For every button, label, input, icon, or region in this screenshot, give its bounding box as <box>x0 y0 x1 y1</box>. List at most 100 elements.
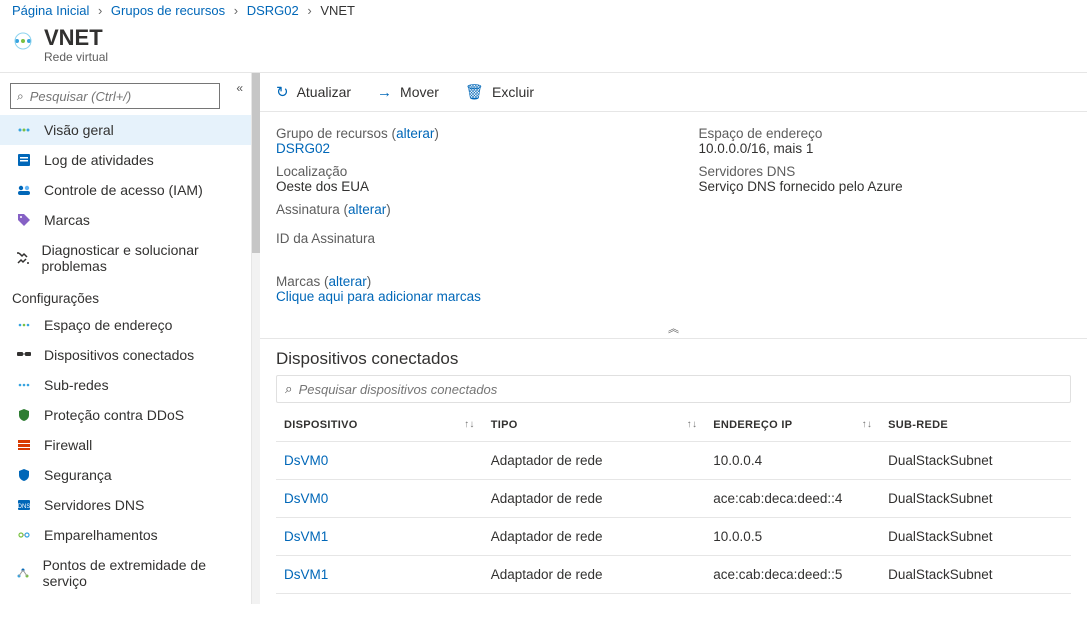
location-label: Localização <box>276 164 649 179</box>
sort-icon[interactable]: ↑↓ <box>862 419 873 430</box>
move-label: Mover <box>400 84 439 100</box>
sidebar-item-dns[interactable]: DNS Servidores DNS <box>0 490 251 520</box>
subnet-cell: DualStackSubnet <box>880 556 1071 594</box>
sidebar-item-overview[interactable]: Visão geral <box>0 115 251 145</box>
sidebar-item-diag[interactable]: Diagnosticar e solucionar problemas <box>0 235 251 281</box>
type-cell: Adaptador de rede <box>483 556 706 594</box>
delete-label: Excluir <box>492 84 534 100</box>
command-bar: ↻ Atualizar → Mover 🗑 Excluir <box>260 73 1087 112</box>
sidebar-item-tags[interactable]: Marcas <box>0 205 251 235</box>
ip-cell: 10.0.0.4 <box>705 442 880 480</box>
table-row[interactable]: DsVM0Adaptador de rede10.0.0.4DualStackS… <box>276 442 1071 480</box>
subscription-label: Assinatura (alterar) <box>276 202 649 217</box>
collapse-sidebar-icon[interactable]: « <box>236 81 243 95</box>
sidebar-item-security[interactable]: Segurança <box>0 460 251 490</box>
table-row[interactable]: DsVM1Adaptador de rede10.0.0.5DualStackS… <box>276 518 1071 556</box>
subnets-icon <box>14 377 34 393</box>
essentials-panel: Grupo de recursos (alterar) DSRG02 Local… <box>260 112 1087 318</box>
sidebar-item-label: Diagnosticar e solucionar problemas <box>41 242 239 274</box>
move-icon: → <box>377 84 392 101</box>
tags-add-link[interactable]: Clique aqui para adicionar marcas <box>276 289 481 304</box>
sidebar-item-peerings[interactable]: Emparelhamentos <box>0 520 251 550</box>
devices-icon <box>14 347 34 363</box>
chevron-right-icon: › <box>229 3 243 18</box>
table-row[interactable]: DsVM1Adaptador de redeace:cab:deca:deed:… <box>276 556 1071 594</box>
diag-icon <box>14 250 31 266</box>
address-space-label: Espaço de endereço <box>699 126 1072 141</box>
devices-search-input[interactable] <box>299 382 1062 397</box>
sidebar-item-label: Visão geral <box>44 122 114 138</box>
peerings-icon <box>14 527 34 543</box>
scrollbar-track[interactable] <box>252 73 260 604</box>
subnet-cell: DualStackSubnet <box>880 518 1071 556</box>
dns-icon: DNS <box>14 497 34 513</box>
devices-table: DISPOSITIVO ↑↓ TIPO ↑↓ ENDEREÇO IP ↑↓ SUB-R… <box>276 409 1071 594</box>
location-value: Oeste dos EUA <box>276 179 649 194</box>
col-type[interactable]: TIPO <box>491 419 518 431</box>
device-cell[interactable]: DsVM1 <box>276 518 483 556</box>
sidebar-item-activity[interactable]: Log de atividades <box>0 145 251 175</box>
sidebar-item-label: Dispositivos conectados <box>44 347 194 363</box>
chevron-right-icon: › <box>93 3 107 18</box>
type-cell: Adaptador de rede <box>483 480 706 518</box>
rg-label: Grupo de recursos (alterar) <box>276 126 649 141</box>
chevron-up-icon: ︽ <box>668 323 679 335</box>
connected-devices-title: Dispositivos conectados <box>276 349 1071 369</box>
rg-value-link[interactable]: DSRG02 <box>276 141 330 156</box>
subscription-id-label: ID da Assinatura <box>276 231 649 246</box>
col-subnet[interactable]: SUB-REDE <box>888 419 948 431</box>
ip-cell: ace:cab:deca:deed::5 <box>705 556 880 594</box>
refresh-icon: ↻ <box>276 83 289 101</box>
delete-button[interactable]: 🗑 Excluir <box>465 83 534 101</box>
sidebar-item-devices[interactable]: Dispositivos conectados <box>0 340 251 370</box>
sidebar-item-addrspace[interactable]: Espaço de endereço <box>0 310 251 340</box>
breadcrumb-home[interactable]: Página Inicial <box>12 3 89 18</box>
sort-icon[interactable]: ↑↓ <box>464 419 475 430</box>
sidebar-item-iam[interactable]: Controle de acesso (IAM) <box>0 175 251 205</box>
sidebar-item-label: Segurança <box>44 467 112 483</box>
ip-cell: 10.0.0.5 <box>705 518 880 556</box>
sidebar-item-firewall[interactable]: Firewall <box>0 430 251 460</box>
breadcrumb-resource-groups[interactable]: Grupos de recursos <box>111 3 225 18</box>
sidebar-search-input[interactable] <box>30 89 213 104</box>
sidebar-item-label: Servidores DNS <box>44 497 144 513</box>
rg-change-link[interactable]: alterar <box>396 126 434 141</box>
refresh-button[interactable]: ↻ Atualizar <box>276 83 351 101</box>
tags-label: Marcas (alterar) <box>276 274 649 289</box>
dns-servers-label: Servidores DNS <box>699 164 1072 179</box>
sidebar-item-subnets[interactable]: Sub-redes <box>0 370 251 400</box>
breadcrumb: Página Inicial › Grupos de recursos › DS… <box>0 0 1087 20</box>
addrspace-icon <box>14 317 34 333</box>
firewall-icon <box>14 437 34 453</box>
sort-icon[interactable]: ↑↓ <box>687 419 698 430</box>
svg-text:DNS: DNS <box>18 504 31 510</box>
sidebar-item-ddos[interactable]: Proteção contra DDoS <box>0 400 251 430</box>
move-button[interactable]: → Mover <box>377 84 439 101</box>
main-content: ↻ Atualizar → Mover 🗑 Excluir Grupo de r… <box>252 73 1087 604</box>
breadcrumb-rg-name[interactable]: DSRG02 <box>247 3 299 18</box>
col-device[interactable]: DISPOSITIVO <box>284 419 358 431</box>
sidebar-item-label: Espaço de endereço <box>44 317 172 333</box>
tags-change-link[interactable]: alterar <box>329 274 367 289</box>
sidebar-item-label: Marcas <box>44 212 90 228</box>
sidebar: « ⌕ Visão geral Log de atividadesControle… <box>0 73 252 604</box>
scrollbar-thumb[interactable] <box>252 73 260 253</box>
sidebar-item-label: Pontos de extremidade de serviço <box>43 557 239 589</box>
subscription-change-link[interactable]: alterar <box>348 202 386 217</box>
security-icon <box>14 467 34 483</box>
device-cell[interactable]: DsVM0 <box>276 480 483 518</box>
essentials-collapse-toggle[interactable]: ︽ <box>260 318 1087 339</box>
sidebar-item-label: Firewall <box>44 437 92 453</box>
table-row[interactable]: DsVM0Adaptador de redeace:cab:deca:deed:… <box>276 480 1071 518</box>
col-ip[interactable]: ENDEREÇO IP <box>713 419 792 431</box>
sidebar-item-endpoints[interactable]: Pontos de extremidade de serviço <box>0 550 251 596</box>
sidebar-item-label: Sub-redes <box>44 377 109 393</box>
page-header: VNET Rede virtual <box>0 20 1087 73</box>
connected-devices-section: Dispositivos conectados ⌕ DISPOSITIVO ↑↓ … <box>260 339 1087 604</box>
devices-search[interactable]: ⌕ <box>276 375 1071 403</box>
device-cell[interactable]: DsVM0 <box>276 442 483 480</box>
iam-icon <box>14 182 34 198</box>
subnet-cell: DualStackSubnet <box>880 442 1071 480</box>
device-cell[interactable]: DsVM1 <box>276 556 483 594</box>
sidebar-search[interactable]: ⌕ <box>10 83 220 109</box>
